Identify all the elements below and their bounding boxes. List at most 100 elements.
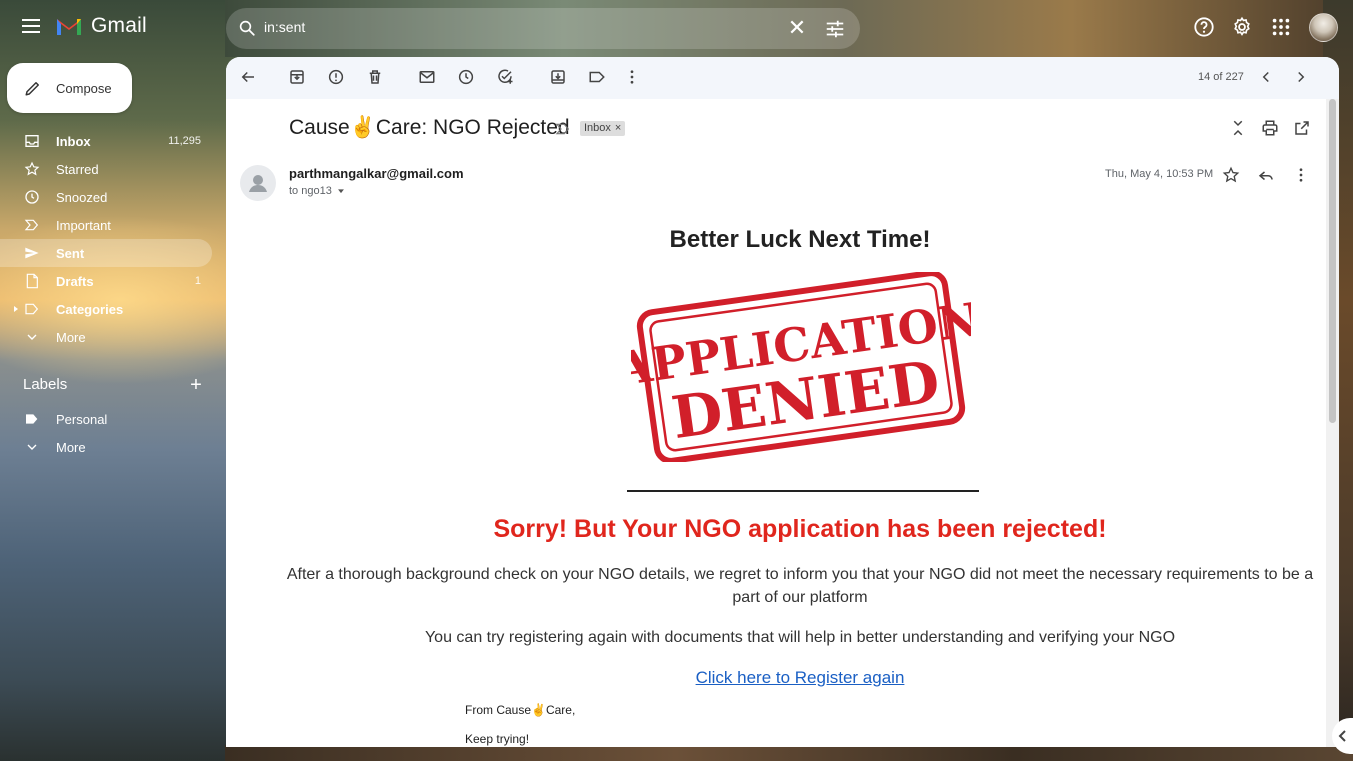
gmail-logo-icon — [57, 19, 81, 35]
remove-label-icon[interactable]: × — [615, 121, 621, 136]
sidebar-item-labels-more[interactable]: More — [0, 433, 212, 461]
sidebar-nav: Inbox 11,295 Starred Snoozed Important S… — [0, 127, 212, 351]
sidebar-item-starred[interactable]: Starred — [0, 155, 212, 183]
recipient-details[interactable]: to ngo13 — [289, 185, 346, 197]
chevron-left-icon — [1338, 730, 1346, 742]
clock-icon — [25, 190, 39, 204]
search-bar[interactable]: ✕ — [226, 8, 860, 49]
add-label-icon[interactable]: + — [186, 374, 206, 397]
back-arrow-icon[interactable] — [239, 68, 257, 86]
apps-icon[interactable] — [1270, 16, 1292, 38]
sidebar-item-personal[interactable]: Personal — [0, 405, 212, 433]
side-panel-toggle[interactable] — [1332, 718, 1353, 754]
star-icon[interactable] — [1222, 166, 1240, 184]
close-icon[interactable]: ✕ — [786, 17, 808, 39]
print-icon[interactable] — [1261, 119, 1279, 137]
sidebar-item-label: Drafts — [56, 273, 94, 289]
email-paragraph-2: You can try registering again with docum… — [424, 629, 1176, 646]
email-from-line: From Cause✌Care, — [465, 703, 576, 717]
chevron-down-icon — [27, 444, 37, 450]
label-icon — [24, 219, 39, 231]
inbox-label-chip: Inbox × — [580, 121, 626, 136]
subject-suffix: Care: NGO Rejected — [375, 116, 570, 139]
recipient-text: to ngo13 — [289, 185, 332, 197]
compose-button[interactable]: Compose — [7, 63, 132, 113]
sidebar-item-drafts[interactable]: Drafts 1 — [0, 267, 212, 295]
sidebar-item-inbox[interactable]: Inbox 11,295 — [0, 127, 212, 155]
sender-email: parthmangalkar@gmail.com — [289, 166, 464, 181]
pagination-count: 14 of 227 — [1198, 71, 1244, 83]
scrollbar[interactable] — [1326, 99, 1339, 747]
unread-count: 11,295 — [168, 135, 201, 147]
draft-count: 1 — [194, 275, 201, 287]
sidebar-item-label: Starred — [56, 161, 99, 177]
archive-icon[interactable] — [288, 68, 306, 86]
sidebar-item-categories[interactable]: Categories — [0, 295, 212, 323]
sidebar-item-label: Personal — [56, 411, 108, 427]
expand-caret-icon[interactable] — [14, 306, 18, 312]
message-toolbar: 14 of 227 — [226, 57, 1339, 99]
search-input[interactable] — [264, 19, 764, 35]
label-icon — [26, 414, 38, 424]
open-external-icon[interactable] — [1293, 119, 1311, 137]
account-avatar[interactable] — [1309, 13, 1338, 42]
sidebar-item-label: Snoozed — [56, 189, 108, 205]
chip-label: Inbox — [584, 122, 611, 134]
move-icon[interactable] — [549, 68, 567, 86]
star-icon — [24, 161, 40, 176]
labels-heading: Labels — [23, 376, 68, 393]
email-paragraph-1: After a thorough background check on you… — [286, 566, 1314, 606]
sidebar-item-label: Important — [56, 217, 111, 233]
add-task-icon[interactable] — [496, 68, 514, 86]
labels-list: Personal More — [0, 405, 212, 461]
email-signoff: Keep trying! — [465, 732, 530, 746]
snooze-icon[interactable] — [457, 68, 475, 86]
rejection-message: Sorry! But Your NGO application has been… — [493, 515, 1107, 543]
search-icon[interactable] — [238, 19, 256, 37]
collapse-icon[interactable] — [1229, 119, 1247, 137]
chevron-down-icon — [27, 334, 37, 340]
inbox-icon — [25, 135, 39, 147]
app-name: Gmail — [91, 14, 147, 37]
sidebar-item-label: More — [56, 439, 86, 455]
sidebar-item-label: Inbox — [56, 133, 91, 149]
message-panel: 14 of 227 Cause ✌ Care: NGO Rejected Inbox… — [226, 57, 1339, 747]
sender-avatar — [240, 165, 276, 201]
mail-icon[interactable] — [418, 68, 436, 86]
pencil-icon — [25, 82, 39, 96]
sidebar-item-snoozed[interactable]: Snoozed — [0, 183, 212, 211]
sidebar-item-label: More — [56, 329, 86, 345]
chevron-down-icon — [337, 189, 344, 194]
file-icon — [26, 273, 38, 289]
search-options-icon[interactable] — [824, 18, 846, 40]
scroll-thumb[interactable] — [1329, 99, 1336, 423]
menu-icon[interactable] — [20, 16, 42, 38]
importance-marker-icon[interactable] — [555, 121, 571, 137]
email-subject: Cause ✌ Care: NGO Rejected — [289, 116, 570, 140]
person-icon — [249, 175, 267, 192]
compose-label: Compose — [56, 80, 112, 96]
label-icon — [25, 303, 39, 315]
more-vert-icon[interactable] — [1292, 166, 1310, 184]
chevron-right-icon[interactable] — [1292, 68, 1310, 86]
more-vert-icon[interactable] — [623, 68, 641, 86]
sidebar-item-important[interactable]: Important — [0, 211, 212, 239]
reply-icon[interactable] — [1257, 166, 1275, 184]
trash-icon[interactable] — [366, 68, 384, 86]
divider — [627, 490, 979, 492]
chevron-left-icon[interactable] — [1257, 68, 1275, 86]
email-heading: Better Luck Next Time! — [669, 226, 931, 253]
gmail-logo[interactable]: Gmail — [55, 14, 147, 38]
help-icon[interactable] — [1193, 16, 1215, 38]
subject-prefix: Cause — [289, 116, 350, 139]
settings-icon[interactable] — [1231, 16, 1253, 38]
application-denied-stamp: APPLICATION DENIED — [631, 272, 971, 462]
label-icon[interactable] — [588, 68, 606, 86]
message-date: Thu, May 4, 10:53 PM — [1105, 168, 1214, 180]
sidebar-item-sent[interactable]: Sent — [0, 239, 212, 267]
register-again-link[interactable]: Click here to Register again — [226, 668, 1339, 688]
sidebar-item-more[interactable]: More — [0, 323, 212, 351]
report-spam-icon[interactable] — [327, 68, 345, 86]
send-icon — [25, 247, 39, 259]
subject-emoji: ✌ — [349, 116, 376, 139]
